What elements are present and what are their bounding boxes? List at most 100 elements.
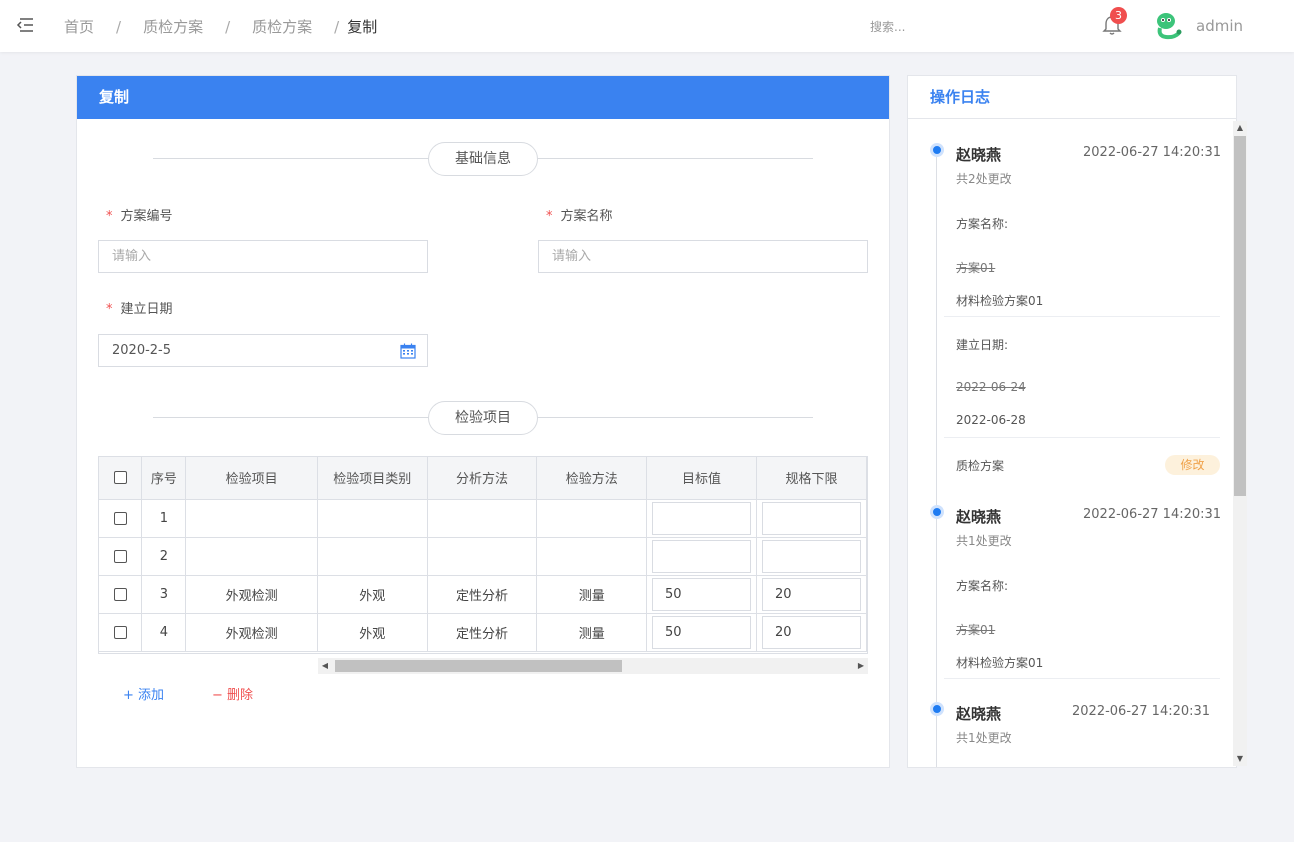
analysis-cell[interactable] bbox=[427, 537, 538, 576]
calendar-icon[interactable] bbox=[400, 343, 416, 359]
breadcrumb: 首页 / 质检方案 / 质检方案 / 复制 bbox=[64, 16, 377, 37]
log-title: 操作日志 bbox=[908, 76, 1236, 119]
target-value-input[interactable] bbox=[652, 501, 752, 535]
row-select-cell bbox=[99, 575, 143, 614]
lower-limit-input[interactable] bbox=[762, 501, 861, 535]
log-user: 赵晓燕 bbox=[956, 146, 1002, 164]
code-label-text: 方案编号 bbox=[120, 209, 173, 224]
log-field-name: 方案名称: bbox=[956, 579, 1009, 593]
timeline-dot bbox=[930, 505, 944, 519]
row-checkbox[interactable] bbox=[113, 549, 127, 563]
table-header-row: 序号 检验项目 检验项目类别 分析方法 检验方法 目标值 规格下限 bbox=[99, 457, 867, 500]
lower-limit-cell bbox=[756, 499, 867, 538]
required-mark: * bbox=[106, 302, 113, 317]
analysis-cell[interactable] bbox=[427, 499, 538, 538]
row-number: 2 bbox=[141, 537, 187, 576]
operation-log-panel: 操作日志 赵晓燕 2022-06-27 14:20:31 共2处更改 方案名称:… bbox=[907, 75, 1237, 768]
delete-row-button[interactable]: − 删除 bbox=[212, 684, 253, 703]
timeline-line bbox=[936, 150, 937, 767]
method-cell[interactable] bbox=[536, 537, 648, 576]
log-user: 赵晓燕 bbox=[956, 705, 1002, 723]
log-new-value: 材料检验方案01 bbox=[956, 656, 1044, 670]
log-vertical-scrollbar[interactable]: ▲ ▼ bbox=[1233, 121, 1247, 766]
target-value-input[interactable]: 50 bbox=[652, 615, 752, 649]
scrollbar-thumb[interactable] bbox=[1234, 136, 1246, 496]
row-checkbox[interactable] bbox=[113, 625, 127, 639]
select-all-checkbox[interactable] bbox=[113, 471, 127, 485]
log-time: 2022-06-27 14:20:31 bbox=[1083, 145, 1222, 160]
name-label-text: 方案名称 bbox=[560, 209, 613, 224]
date-input[interactable] bbox=[98, 334, 428, 367]
inspection-table: 序号 检验项目 检验项目类别 分析方法 检验方法 目标值 规格下限 1 2 3 … bbox=[98, 456, 868, 654]
inspection-item-cell[interactable] bbox=[185, 499, 318, 538]
lower-limit-cell: 20 bbox=[756, 575, 867, 614]
scrollbar-thumb[interactable] bbox=[335, 660, 622, 672]
analysis-cell[interactable]: 定性分析 bbox=[427, 613, 538, 652]
log-time: 2022-06-27 14:20:31 bbox=[1083, 507, 1222, 522]
category-cell[interactable]: 外观 bbox=[317, 575, 428, 614]
target-cell bbox=[646, 499, 758, 538]
breadcrumb-home[interactable]: 首页 bbox=[64, 16, 94, 37]
section-divider-basic: 基础信息 bbox=[153, 142, 813, 176]
log-divider bbox=[944, 316, 1220, 317]
log-timeline: 赵晓燕 2022-06-27 14:20:31 共2处更改 方案名称: 方案01… bbox=[908, 120, 1236, 767]
breadcrumb-quality-scheme-list[interactable]: 质检方案 bbox=[252, 16, 312, 37]
top-bar: 首页 / 质检方案 / 质检方案 / 复制 3 admin bbox=[0, 0, 1294, 52]
lower-limit-input[interactable]: 20 bbox=[762, 615, 861, 649]
add-row-button[interactable]: + 添加 bbox=[123, 684, 164, 703]
breadcrumb-separator: / bbox=[225, 17, 231, 36]
name-label: * 方案名称 bbox=[546, 205, 613, 224]
category-cell[interactable] bbox=[317, 499, 428, 538]
category-cell[interactable]: 外观 bbox=[317, 613, 428, 652]
search-input[interactable] bbox=[870, 18, 990, 36]
scroll-left-icon[interactable]: ◀ bbox=[320, 661, 330, 671]
method-cell[interactable]: 测量 bbox=[536, 613, 648, 652]
date-label-text: 建立日期 bbox=[120, 302, 173, 317]
required-mark: * bbox=[106, 209, 113, 224]
date-label: * 建立日期 bbox=[106, 298, 173, 317]
target-value-input[interactable] bbox=[652, 539, 752, 573]
scheme-code-input[interactable] bbox=[98, 240, 428, 273]
table-row: 3 外观检测 外观 定性分析 测量 50 20 bbox=[99, 575, 867, 614]
code-label: * 方案编号 bbox=[106, 205, 173, 224]
method-cell[interactable]: 测量 bbox=[536, 575, 648, 614]
log-old-value: 方案01 bbox=[956, 261, 996, 275]
inspection-item-cell[interactable] bbox=[185, 537, 318, 576]
category-cell[interactable] bbox=[317, 537, 428, 576]
inspection-item-cell[interactable]: 外观检测 bbox=[185, 575, 318, 614]
row-select-cell bbox=[99, 537, 143, 576]
scroll-down-icon[interactable]: ▼ bbox=[1235, 754, 1245, 764]
log-time: 2022-06-27 14:20:31 bbox=[1072, 704, 1211, 719]
username[interactable]: admin bbox=[1196, 17, 1243, 35]
log-change-count: 共2处更改 bbox=[956, 172, 1012, 186]
lower-limit-input[interactable] bbox=[762, 539, 861, 573]
table-row: 2 bbox=[99, 537, 867, 576]
log-scheme: 质检方案 bbox=[956, 459, 1005, 473]
column-header: 目标值 bbox=[646, 457, 758, 500]
target-cell bbox=[646, 537, 758, 576]
avatar[interactable] bbox=[1152, 10, 1184, 42]
menu-fold-icon[interactable] bbox=[16, 17, 34, 33]
scroll-up-icon[interactable]: ▲ bbox=[1235, 123, 1245, 133]
column-header: 分析方法 bbox=[427, 457, 538, 500]
scroll-right-icon[interactable]: ▶ bbox=[856, 661, 866, 671]
card-title: 复制 bbox=[77, 76, 889, 119]
log-old-value: 方案01 bbox=[956, 623, 996, 637]
breadcrumb-separator: / bbox=[334, 17, 340, 36]
inspection-item-cell[interactable]: 外观检测 bbox=[185, 613, 318, 652]
column-header: 检验方法 bbox=[536, 457, 648, 500]
method-cell[interactable] bbox=[536, 499, 648, 538]
breadcrumb-quality-scheme[interactable]: 质检方案 bbox=[143, 16, 203, 37]
row-checkbox[interactable] bbox=[113, 587, 127, 601]
analysis-cell[interactable]: 定性分析 bbox=[427, 575, 538, 614]
table-horizontal-scrollbar[interactable]: ◀ ▶ bbox=[318, 658, 868, 674]
lower-limit-input[interactable]: 20 bbox=[762, 577, 861, 611]
scheme-name-input[interactable] bbox=[538, 240, 868, 273]
log-change-count: 共1处更改 bbox=[956, 731, 1012, 745]
target-value-input[interactable]: 50 bbox=[652, 577, 752, 611]
log-user: 赵晓燕 bbox=[956, 508, 1002, 526]
log-change-count: 共1处更改 bbox=[956, 534, 1012, 548]
timeline-dot bbox=[930, 702, 944, 716]
row-checkbox[interactable] bbox=[113, 511, 127, 525]
section-divider-items: 检验项目 bbox=[153, 401, 813, 435]
